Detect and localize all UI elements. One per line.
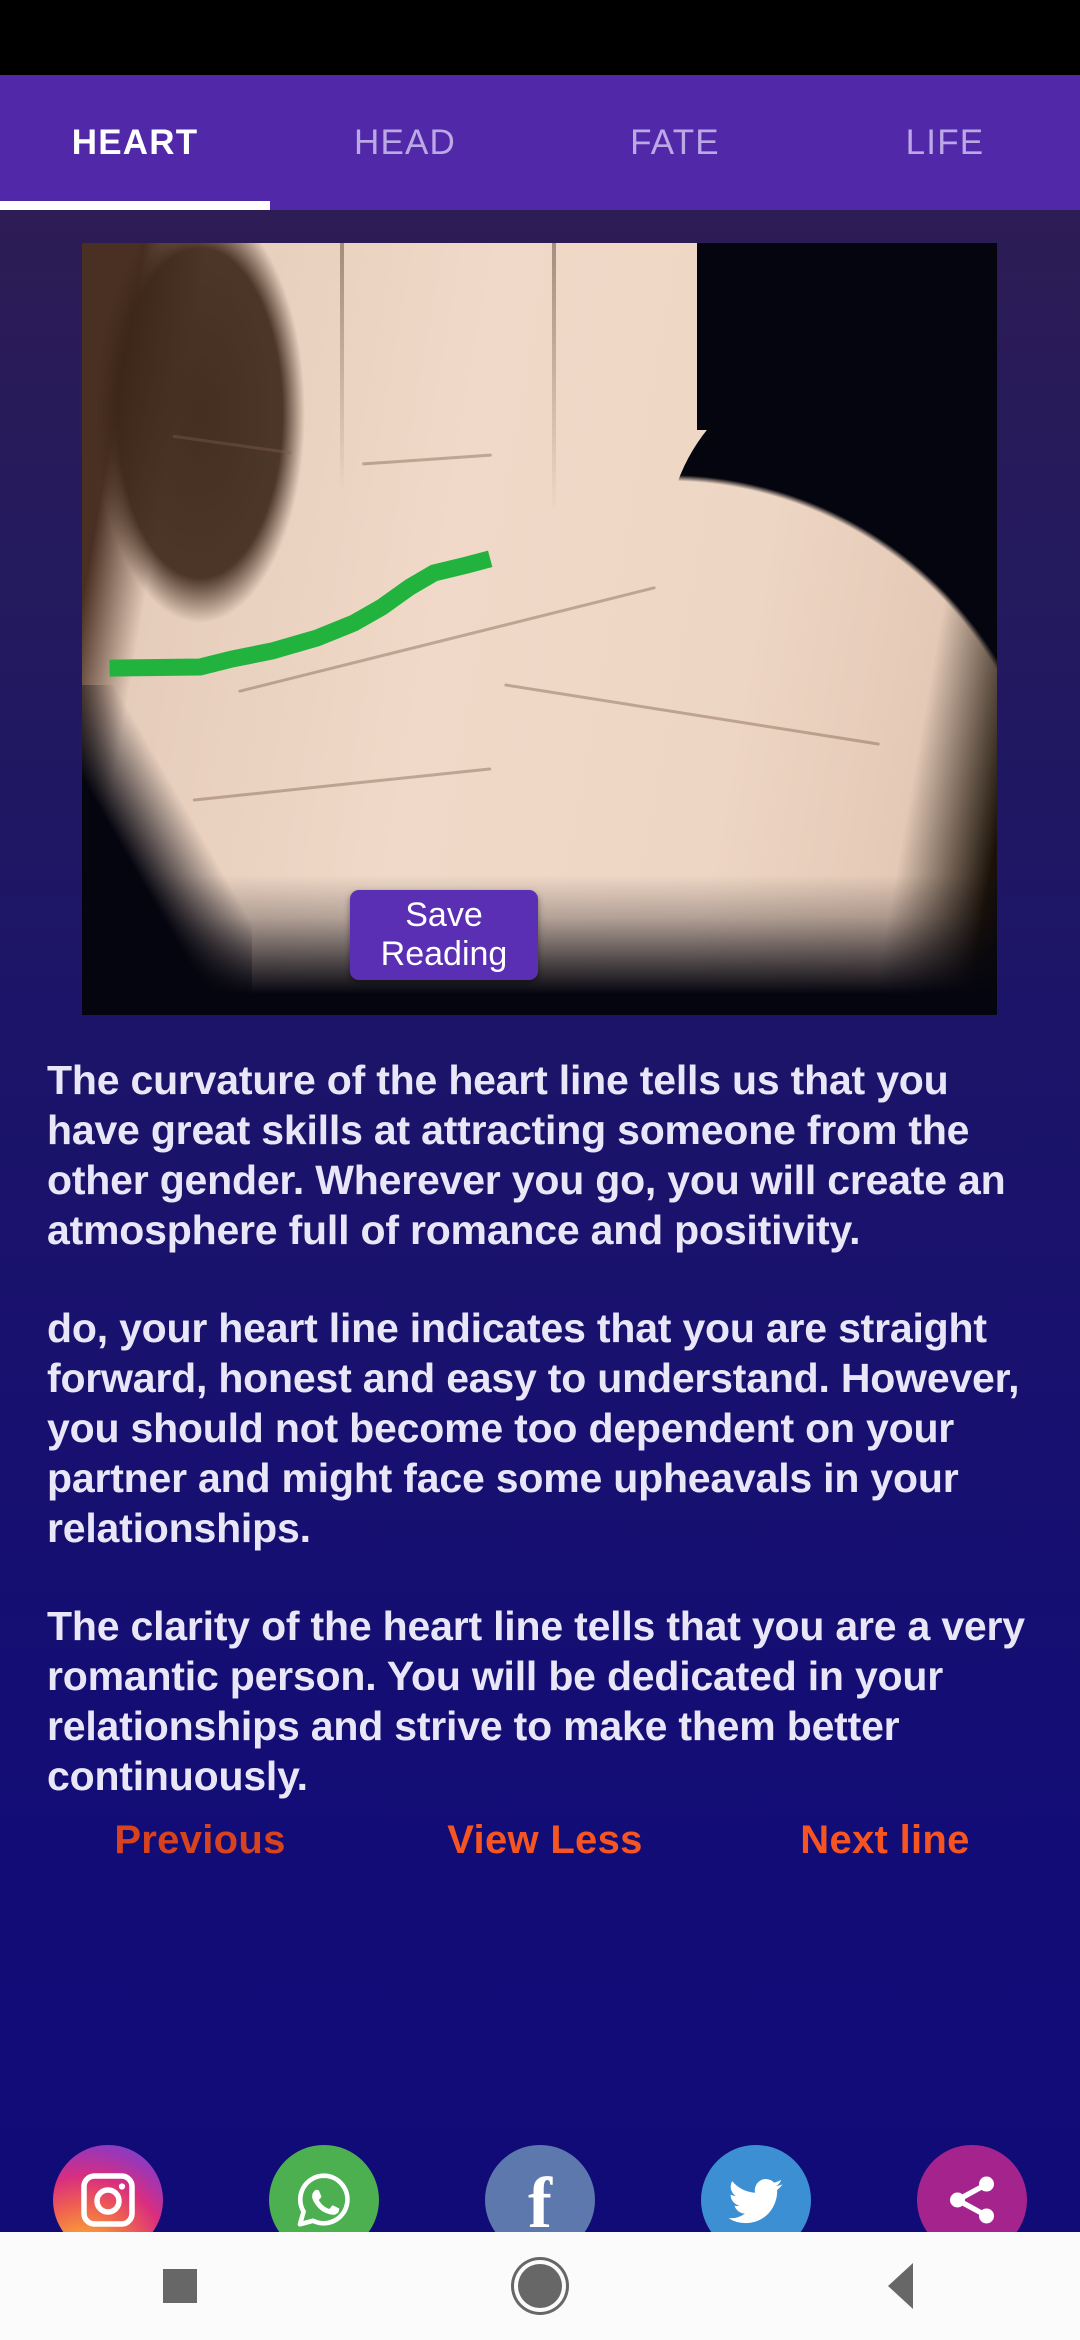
reading-text: The curvature of the heart line tells us… (47, 1055, 1032, 1801)
active-tab-indicator (0, 201, 270, 210)
phone-screen: HEART HEAD FATE LIFE Save Reading The cu… (0, 0, 1080, 2340)
tab-head[interactable]: HEAD (270, 75, 540, 210)
reading-paragraph-3: The clarity of the heart line tells that… (47, 1603, 1025, 1799)
system-navigation-bar (0, 2232, 1080, 2340)
previous-button[interactable]: Previous (0, 1818, 400, 1863)
status-bar (0, 0, 1080, 75)
save-reading-button[interactable]: Save Reading (350, 890, 538, 980)
tab-life-label: LIFE (905, 122, 985, 162)
facebook-share-button[interactable]: f (485, 2145, 595, 2232)
back-triangle-icon (887, 2263, 913, 2309)
facebook-icon: f (528, 2163, 552, 2232)
next-line-button[interactable]: Next line (690, 1818, 1080, 1863)
view-less-button[interactable]: View Less (400, 1818, 690, 1863)
reading-scroll-content: Save Reading The curvature of the heart … (0, 210, 1080, 2232)
social-cell (864, 2145, 1080, 2232)
tab-fate-label: FATE (630, 122, 720, 162)
reading-paragraph-2: do, your heart line indicates that you a… (47, 1305, 1020, 1551)
share-icon (950, 2176, 994, 2224)
tab-heart-label: HEART (71, 122, 199, 162)
tab-heart[interactable]: HEART (0, 75, 270, 210)
tab-head-label: HEAD (353, 122, 457, 162)
whatsapp-share-button[interactable] (269, 2145, 379, 2232)
generic-share-button[interactable] (917, 2145, 1027, 2232)
social-cell: f (432, 2145, 648, 2232)
tab-life[interactable]: LIFE (810, 75, 1080, 210)
tab-fate[interactable]: FATE (540, 75, 810, 210)
instagram-icon (81, 2173, 135, 2227)
social-cell (216, 2145, 432, 2232)
instagram-share-button[interactable] (53, 2145, 163, 2232)
whatsapp-icon (297, 2173, 350, 2227)
back-button[interactable] (720, 2232, 1080, 2340)
social-cell (648, 2145, 864, 2232)
recents-button[interactable] (0, 2232, 360, 2340)
social-cell (0, 2145, 216, 2232)
twitter-share-button[interactable] (701, 2145, 811, 2232)
home-circle-icon (518, 2264, 562, 2308)
recents-square-icon (163, 2269, 197, 2303)
twitter-icon (728, 2179, 783, 2224)
social-share-row: f (0, 2145, 1080, 2232)
tab-bar: HEART HEAD FATE LIFE (0, 75, 1080, 210)
reading-nav-links: Previous View Less Next line (0, 1818, 1080, 1863)
home-button[interactable] (360, 2232, 720, 2340)
palm-photo: Save Reading (82, 243, 997, 1015)
reading-paragraph-1: The curvature of the heart line tells us… (47, 1057, 1006, 1253)
heart-line-overlay (109, 550, 493, 677)
